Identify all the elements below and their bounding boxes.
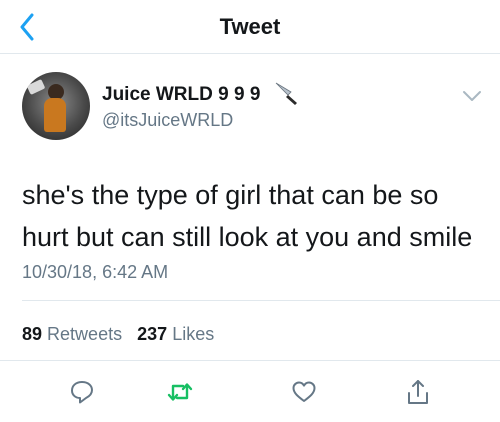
tweet-menu-button[interactable]	[460, 88, 484, 104]
divider	[0, 360, 500, 361]
divider	[22, 300, 500, 301]
avatar-photo-detail	[44, 98, 66, 132]
reply-icon	[71, 381, 93, 404]
tweet-text: she's the type of girl that can be so hu…	[22, 180, 473, 252]
retweets-count: 89	[22, 324, 43, 344]
display-name[interactable]: Juice WRLD 9 9 9	[102, 84, 260, 106]
like-button[interactable]	[290, 378, 318, 406]
reply-button[interactable]	[68, 378, 96, 406]
retweets-stat[interactable]: 89 Retweets	[22, 324, 127, 344]
retweets-label: Retweets	[47, 324, 123, 344]
retweet-button[interactable]	[166, 378, 194, 406]
likes-stat[interactable]: 237 Likes	[137, 324, 214, 344]
user-handle[interactable]: @itsJuiceWRLD	[102, 110, 233, 131]
retweet-icon	[167, 383, 193, 401]
heart-icon	[292, 381, 316, 402]
tweet-timestamp: 10/30/18, 6:42 AM	[22, 262, 169, 282]
nav-bar: Tweet	[0, 0, 500, 54]
avatar-photo-detail	[26, 79, 46, 95]
tweet-stats: 89 Retweets 237 Likes	[22, 324, 214, 345]
likes-label: Likes	[172, 324, 215, 344]
share-button[interactable]	[404, 378, 432, 406]
chevron-down-icon	[463, 91, 481, 101]
likes-count: 237	[137, 324, 168, 344]
share-icon	[408, 380, 428, 404]
knife-icon	[275, 82, 297, 105]
avatar[interactable]	[22, 72, 90, 140]
page-title: Tweet	[219, 14, 281, 39]
